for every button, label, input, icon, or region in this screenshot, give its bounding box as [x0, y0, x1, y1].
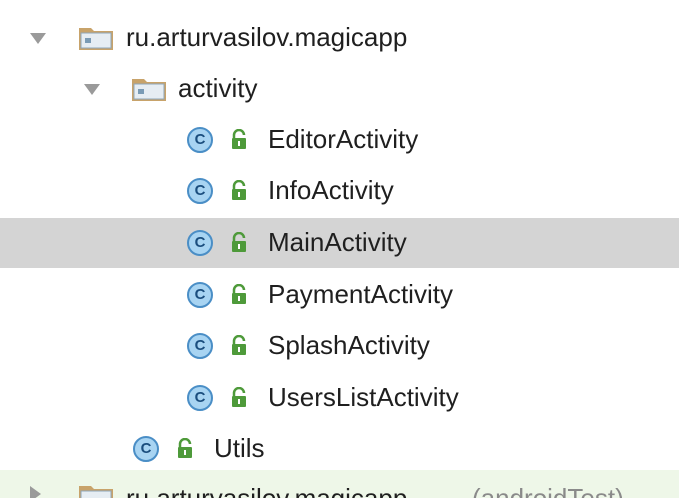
tree-node-payment-activity[interactable]: C PaymentActivity — [0, 270, 679, 320]
tree-node-label: PaymentActivity — [268, 279, 453, 309]
tree-node-utils[interactable]: C Utils — [0, 424, 679, 474]
tree-arrow-down-icon[interactable] — [30, 33, 46, 44]
public-lock-icon — [232, 129, 246, 149]
public-lock-icon — [232, 335, 246, 355]
tree-node-root-package[interactable]: ru.arturvasilov.magicapp — [0, 13, 679, 63]
tree-arrow-right-icon[interactable] — [30, 486, 41, 498]
tree-node-splash-activity[interactable]: C SplashActivity — [0, 321, 679, 371]
class-c-icon: C — [187, 282, 213, 308]
tree-node-label: SplashActivity — [268, 330, 430, 360]
folder-package-icon — [79, 28, 113, 50]
public-lock-icon — [178, 438, 192, 458]
tree-node-android-test-package[interactable]: ru.arturvasilov.magicapp (androidTest) — [0, 470, 679, 498]
public-lock-icon — [232, 387, 246, 407]
class-c-icon: C — [187, 333, 213, 359]
tree-node-main-activity[interactable]: C MainActivity — [0, 218, 679, 268]
class-c-icon: C — [187, 127, 213, 153]
tree-node-info-activity[interactable]: C InfoActivity — [0, 166, 679, 216]
tree-node-label: MainActivity — [268, 227, 407, 257]
class-c-icon: C — [187, 178, 213, 204]
tree-node-label: UsersListActivity — [268, 382, 459, 412]
class-c-icon: C — [133, 436, 159, 462]
tree-node-label: ru.arturvasilov.magicapp — [126, 22, 408, 52]
project-tree: ru.arturvasilov.magicapp activity C Edit… — [0, 0, 679, 498]
public-lock-icon — [232, 180, 246, 200]
tree-node-label: EditorActivity — [268, 124, 419, 154]
class-c-icon: C — [187, 230, 213, 256]
tree-node-users-list-activity[interactable]: C UsersListActivity — [0, 373, 679, 423]
tree-node-label: ru.arturvasilov.magicapp — [126, 483, 408, 498]
tree-node-label: Utils — [214, 433, 265, 463]
folder-package-icon — [132, 79, 166, 101]
tree-node-editor-activity[interactable]: C EditorActivity — [0, 115, 679, 165]
public-lock-icon — [232, 232, 246, 252]
tree-arrow-down-icon[interactable] — [84, 84, 100, 95]
tree-node-suffix: (androidTest) — [472, 483, 624, 498]
tree-node-label: InfoActivity — [268, 175, 394, 205]
folder-package-icon — [79, 486, 113, 498]
public-lock-icon — [232, 284, 246, 304]
tree-node-activity-package[interactable]: activity — [0, 64, 679, 114]
tree-node-label: activity — [178, 73, 258, 103]
class-c-icon: C — [187, 385, 213, 411]
